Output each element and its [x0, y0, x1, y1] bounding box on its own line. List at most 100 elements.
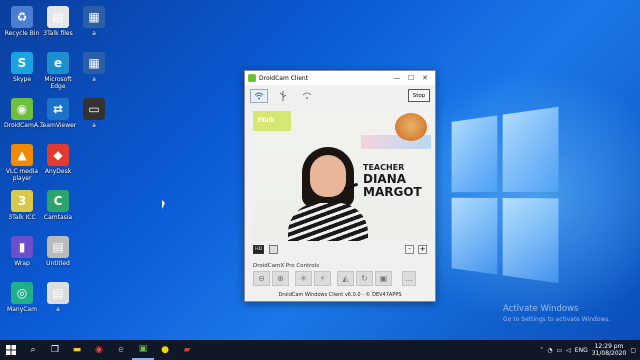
desktop-icon-label: Wrap [14, 260, 30, 267]
usb-icon[interactable] [274, 89, 292, 103]
desktop-icon[interactable]: ⇄ TeamViewer [40, 98, 76, 129]
close-button[interactable]: ✕ [418, 74, 432, 82]
windows-logo [451, 106, 559, 284]
desktop-icon-glyph: S [11, 52, 33, 74]
desktop-icon-label: ManyCam [7, 306, 37, 313]
clock-date: 31/08/2020 [591, 350, 627, 357]
chevron-up-icon[interactable]: ˄ [540, 347, 543, 354]
desktop-icon[interactable]: ▦ a [76, 6, 112, 37]
desktop-icon[interactable]: S Skype [4, 52, 40, 83]
desktop-icon-label: Recycle Bin [4, 30, 40, 37]
more-icon[interactable]: … [402, 271, 416, 286]
save-icon[interactable]: ▣ [375, 271, 392, 286]
desktop-icon-label: a [56, 306, 60, 313]
desktop-icon-label: TeamViewer [40, 122, 77, 129]
monitor-icon[interactable]: ▭ [557, 347, 563, 354]
teacher-name-line2: MARGOT [363, 185, 422, 199]
desktop-icon-glyph: ▤ [47, 236, 69, 258]
desktop-icon[interactable]: ◎ ManyCam [4, 282, 40, 313]
mirror-icon[interactable]: ◭ [337, 271, 354, 286]
mouse-cursor-icon [162, 200, 165, 209]
desktop-icon[interactable]: ♻ Recycle Bin [4, 6, 40, 37]
start-button[interactable] [0, 340, 22, 360]
pro-controls-label: DroidCamX Pro Controls [253, 263, 320, 269]
desktop-icon-glyph: ▤ [47, 282, 69, 304]
wifi-icon[interactable] [250, 89, 268, 103]
desktop-icon[interactable]: ◆ AnyDesk [40, 144, 76, 175]
zoom-out-icon[interactable]: ⊖ [253, 271, 270, 286]
edge-icon[interactable]: e [110, 340, 132, 360]
zoom-out-button[interactable]: - [405, 245, 414, 254]
system-tray: ˄ ◔ ▭ ◁ ENG 12:29 pm 31/08/2020 ▢ [540, 343, 640, 357]
desktop-icon-label: a [92, 76, 96, 83]
desktop-icon[interactable]: ▤ 3Talk files [40, 6, 76, 37]
window-footer: DroidCam Windows Client v6.0.0 - © DEV47… [278, 292, 402, 298]
desktop-icon[interactable]: ▦ a [76, 52, 112, 83]
desktop-icon-label: Camtasia [43, 214, 73, 221]
poster-text: 3Talk [253, 111, 291, 131]
droidcam-app-icon [248, 74, 256, 82]
minimize-button[interactable]: — [390, 74, 404, 82]
desktop-icon-glyph: C [47, 190, 69, 212]
zoom-in-button[interactable]: + [418, 245, 427, 254]
chrome-icon[interactable]: ◉ [88, 340, 110, 360]
file-explorer-icon[interactable]: ▬ [66, 340, 88, 360]
flash-icon[interactable]: ⚡ [314, 271, 331, 286]
desktop-icon[interactable]: ▤ Untitled [40, 236, 76, 267]
teacher-name: DIANA MARGOT [363, 173, 422, 199]
desktop-icon[interactable]: ▤ a [40, 282, 76, 313]
clock[interactable]: 12:29 pm 31/08/2020 [592, 343, 627, 357]
window-title: DroidCam Client [259, 74, 309, 82]
rotate-icon[interactable]: ↻ [356, 271, 373, 286]
desktop-icon[interactable]: 3 3Talk ICC [4, 190, 40, 221]
desktop-icon-glyph: ▭ [83, 98, 105, 120]
desktop-icon[interactable]: ◉ DroidCamA... [4, 98, 44, 129]
desktop-icon-label: Untitled [46, 260, 70, 267]
video-controls: HD - + [253, 245, 431, 255]
zoom-in-icon[interactable]: ⊕ [272, 271, 289, 286]
screenshot-icon[interactable] [269, 245, 278, 254]
desktop-icon-label: AnyDesk [44, 168, 72, 175]
desktop-icon[interactable]: ▲ VLC media player [4, 144, 40, 182]
desktop-icon[interactable]: ▭ a [76, 98, 112, 129]
video-preview: 3Talk TEACHER DIANA MARGOT [253, 111, 431, 241]
notification-icon[interactable]: ▢ [630, 347, 636, 354]
wifi-server-icon[interactable] [298, 89, 316, 103]
desktop-icon-label: 3Talk files [43, 30, 73, 37]
taskbar: ⌕ ❐ ▬ ◉ e ▣ ● ▰ ˄ ◔ ▭ ◁ ENG 12:29 pm 31/… [0, 340, 640, 360]
speaker-icon[interactable]: ◁ [566, 347, 571, 354]
stop-button[interactable]: Stop [408, 89, 430, 102]
teacher-label: TEACHER [363, 163, 405, 172]
hd-button[interactable]: HD [253, 245, 264, 254]
desktop-icon-glyph: e [47, 52, 69, 74]
pro-controls-row: ⊖ ⊕ ✳ ⚡ ◭ ↻ ▣ … [253, 271, 416, 286]
person-image [288, 147, 368, 241]
desktop-icon-glyph: 3 [11, 190, 33, 212]
search-icon[interactable]: ⌕ [22, 340, 44, 360]
droidcam-window: DroidCam Client — ☐ ✕ Stop 3Talk TEACHER… [244, 70, 436, 302]
mascot-image [395, 113, 427, 141]
desktop-icon-label: VLC media player [5, 168, 39, 182]
desktop-icon-glyph: ◎ [11, 282, 33, 304]
task-view-icon[interactable]: ❐ [44, 340, 66, 360]
desktop-icon-glyph: ▤ [47, 6, 69, 28]
brightness-icon[interactable]: ✳ [295, 271, 312, 286]
powerpoint-icon[interactable]: ▰ [176, 340, 198, 360]
desktop-icon-glyph: ♻ [11, 6, 33, 28]
desktop-icon-glyph: ▮ [11, 236, 33, 258]
maximize-button[interactable]: ☐ [404, 74, 418, 82]
desktop-icon-label: a [92, 30, 96, 37]
desktop-icon-label: Microsoft Edge [44, 76, 72, 90]
desktop-icon[interactable]: e Microsoft Edge [40, 52, 76, 90]
desktop-icon[interactable]: C Camtasia [40, 190, 76, 221]
kakaotalk-icon[interactable]: ● [154, 340, 176, 360]
language-indicator[interactable]: ENG [575, 347, 588, 354]
droidcam-taskbar-icon[interactable]: ▣ [132, 340, 154, 360]
desktop-icon-glyph: ▦ [83, 6, 105, 28]
clock-time: 12:29 pm [594, 343, 624, 350]
desktop-icon[interactable]: ▮ Wrap [4, 236, 40, 267]
network-icon[interactable]: ◔ [547, 347, 552, 354]
title-bar[interactable]: DroidCam Client — ☐ ✕ [245, 71, 435, 85]
desktop-icon-label: a [92, 122, 96, 129]
desktop-icon-label: 3Talk ICC [8, 214, 36, 221]
